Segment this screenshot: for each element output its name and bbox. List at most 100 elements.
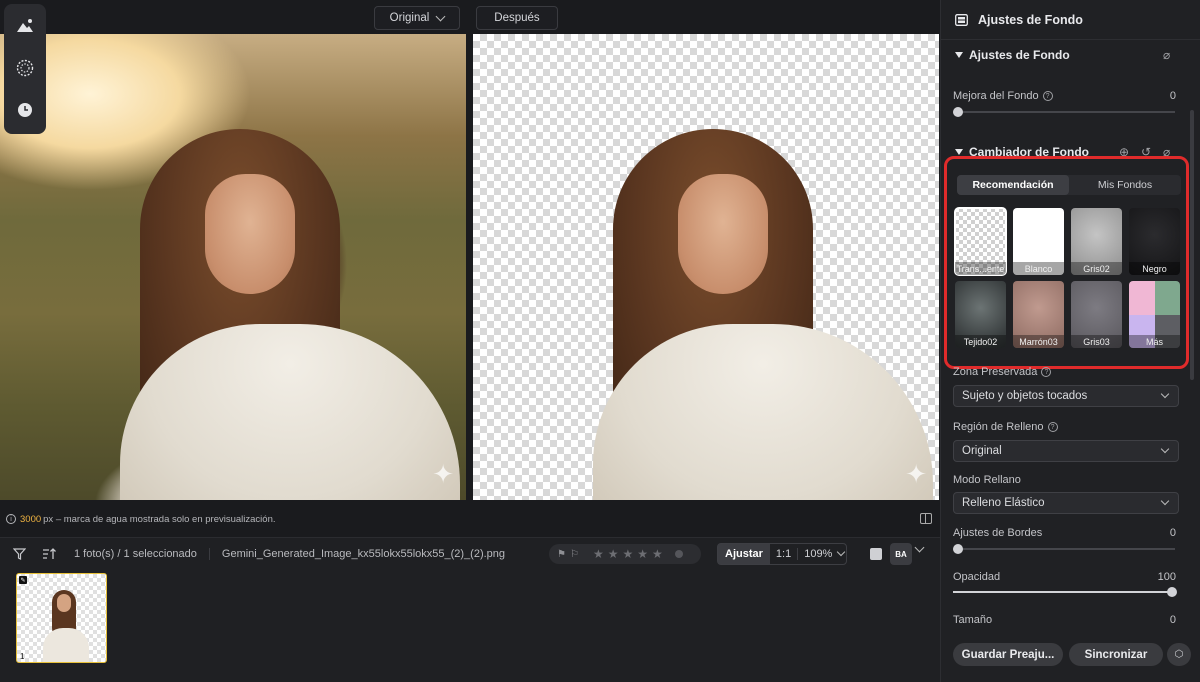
section-adjust-header[interactable]: Ajustes de Fondo bbox=[955, 48, 1070, 62]
enhance-label: Mejora del Fondo ? bbox=[953, 90, 1053, 102]
single-view-icon[interactable] bbox=[870, 548, 882, 560]
app-window: Original Después ✦ ✦ i 3000 px – marca d… bbox=[0, 0, 1200, 682]
chevron-down-icon bbox=[1160, 444, 1170, 454]
swatch-more[interactable]: Más bbox=[1129, 281, 1180, 348]
sort-icon[interactable] bbox=[38, 543, 60, 565]
zoom-controls: Ajustar 1:1 109% bbox=[717, 543, 847, 565]
fill-region-label: Región de Relleno ? bbox=[953, 421, 1058, 433]
edge-slider[interactable] bbox=[953, 544, 1175, 554]
settings-panel: Ajustes de Fondo Ajustes de Fondo ⌀ Mejo… bbox=[940, 0, 1200, 682]
photo-thumbnail[interactable]: ✎ 1 bbox=[16, 573, 107, 663]
original-image-pane[interactable]: ✦ bbox=[0, 34, 466, 500]
edge-value: 0 bbox=[1169, 527, 1176, 539]
swatch-white[interactable]: Blanco bbox=[1013, 208, 1064, 275]
opacity-slider[interactable] bbox=[953, 587, 1177, 597]
sync-button[interactable]: Sincronizar bbox=[1069, 643, 1163, 666]
image-canvas: Original Después ✦ ✦ i 3000 px – marca d… bbox=[0, 0, 940, 537]
swatch-label: Blanco bbox=[1013, 262, 1064, 275]
swatch-label: Más bbox=[1129, 335, 1180, 348]
tab-my-backgrounds[interactable]: Mis Fondos bbox=[1069, 175, 1181, 195]
watermark-info: i 3000 px – marca de agua mostrada solo … bbox=[0, 510, 940, 528]
sparkle-icon: ✦ bbox=[432, 459, 454, 489]
flag-icon[interactable]: ⚑ bbox=[557, 549, 566, 560]
tool-rail bbox=[4, 4, 46, 134]
star-icon[interactable]: ★ bbox=[652, 547, 663, 561]
opacity-value: 100 bbox=[1157, 571, 1176, 583]
panel-scrollbar[interactable] bbox=[1190, 110, 1194, 380]
preserved-zone-value: Sujeto y objetos tocados bbox=[962, 390, 1088, 402]
fill-region-text: Región de Relleno bbox=[953, 421, 1044, 433]
panel-title: Ajustes de Fondo bbox=[978, 12, 1083, 27]
tab-recommendation[interactable]: Recomendación bbox=[957, 175, 1069, 195]
background-picker: Recomendación Mis Fondos Trans...ente Bl… bbox=[944, 156, 1189, 369]
swatch-label: Tejido02 bbox=[955, 335, 1006, 348]
color-label-dot[interactable] bbox=[674, 550, 683, 558]
swatch-label: Trans...ente bbox=[955, 262, 1006, 275]
star-icon[interactable]: ★ bbox=[637, 547, 648, 561]
view-mode-dropdown[interactable]: Original bbox=[374, 6, 460, 30]
fill-mode-label: Modo Rellano bbox=[953, 474, 1021, 486]
fill-mode-value: Relleno Elástico bbox=[962, 497, 1045, 509]
enhance-slider[interactable] bbox=[953, 107, 1175, 117]
watermark-text: px – marca de agua mostrada solo en prev… bbox=[43, 513, 276, 525]
reject-flag-icon[interactable]: ⚐ bbox=[570, 549, 579, 560]
edge-label: Ajustes de Bordes bbox=[953, 527, 1043, 539]
fill-mode-select[interactable]: Relleno Elástico bbox=[953, 492, 1179, 514]
sparkle-icon: ✦ bbox=[905, 459, 927, 489]
preserved-zone-text: Zona Preservada bbox=[953, 366, 1038, 378]
chevron-down-icon[interactable] bbox=[914, 542, 925, 553]
star-icon[interactable]: ★ bbox=[593, 547, 604, 561]
star-icon[interactable]: ★ bbox=[608, 547, 619, 561]
swatch-transparent[interactable]: Trans...ente bbox=[954, 207, 1007, 276]
split-view-icon[interactable] bbox=[920, 513, 932, 524]
swatch-black[interactable]: Negro bbox=[1129, 208, 1180, 275]
fill-region-select[interactable]: Original bbox=[953, 440, 1179, 462]
enhance-value: 0 bbox=[1169, 90, 1176, 102]
resolution-value: 3000 bbox=[20, 513, 42, 525]
save-preset-button[interactable]: Guardar Preaju... bbox=[953, 643, 1063, 666]
filmstrip: 1 foto(s) / 1 seleccionado Gemini_Genera… bbox=[0, 537, 940, 682]
before-after-view-button[interactable]: BA bbox=[890, 543, 912, 565]
info-icon: i bbox=[6, 514, 16, 524]
filmstrip-toolbar: 1 foto(s) / 1 seleccionado Gemini_Genera… bbox=[0, 538, 940, 570]
zoom-fit-button[interactable]: Ajustar bbox=[718, 544, 770, 564]
swatch-label: Marrón03 bbox=[1013, 335, 1064, 348]
edited-badge-icon: ✎ bbox=[19, 576, 27, 584]
swatch-gray03[interactable]: Gris03 bbox=[1071, 281, 1122, 348]
filter-icon[interactable] bbox=[8, 543, 30, 565]
swatch-brown03[interactable]: Marrón03 bbox=[1013, 281, 1064, 348]
section-adjust-title: Ajustes de Fondo bbox=[969, 48, 1070, 62]
chevron-down-icon bbox=[1160, 389, 1170, 399]
opacity-label: Opacidad bbox=[953, 571, 1001, 583]
background-panel-icon bbox=[955, 13, 968, 26]
zoom-level-dropdown[interactable]: 109% bbox=[798, 547, 850, 560]
original-photo bbox=[0, 34, 466, 500]
preserved-zone-select[interactable]: Sujeto y objetos tocados bbox=[953, 385, 1179, 407]
size-label: Tamaño bbox=[953, 614, 993, 626]
collapse-triangle-icon bbox=[955, 149, 963, 155]
sync-settings-icon[interactable]: ⬡ bbox=[1167, 643, 1191, 666]
eraser-icon[interactable]: ⌀ bbox=[1163, 48, 1170, 62]
zoom-one-to-one-button[interactable]: 1:1 bbox=[770, 548, 799, 560]
zoom-level-value: 109% bbox=[804, 548, 833, 560]
fill-mode-text: Modo Rellano bbox=[953, 474, 1021, 486]
help-icon[interactable]: ? bbox=[1041, 367, 1052, 377]
collapse-triangle-icon bbox=[955, 52, 963, 58]
help-icon[interactable]: ? bbox=[1047, 422, 1058, 432]
swatch-gray02[interactable]: Gris02 bbox=[1071, 208, 1122, 275]
rating-group: ⚑ ⚐ ★ ★ ★ ★ ★ bbox=[549, 544, 701, 564]
swatch-fabric02[interactable]: Tejido02 bbox=[955, 281, 1006, 348]
background-tabs: Recomendación Mis Fondos bbox=[957, 175, 1181, 195]
help-icon[interactable]: ? bbox=[1042, 91, 1053, 101]
after-image-pane[interactable]: ✦ bbox=[473, 34, 939, 500]
chevron-down-icon bbox=[435, 11, 446, 21]
texture-icon[interactable] bbox=[11, 54, 39, 82]
history-icon[interactable] bbox=[11, 96, 39, 124]
chevron-down-icon bbox=[837, 547, 846, 557]
chevron-down-icon bbox=[1160, 496, 1170, 506]
star-icon[interactable]: ★ bbox=[622, 547, 633, 561]
thumbnail-number: 1 bbox=[20, 652, 25, 661]
after-view-button[interactable]: Después bbox=[476, 6, 558, 30]
swatch-label: Negro bbox=[1129, 262, 1180, 275]
object-layer-icon[interactable] bbox=[11, 12, 39, 40]
